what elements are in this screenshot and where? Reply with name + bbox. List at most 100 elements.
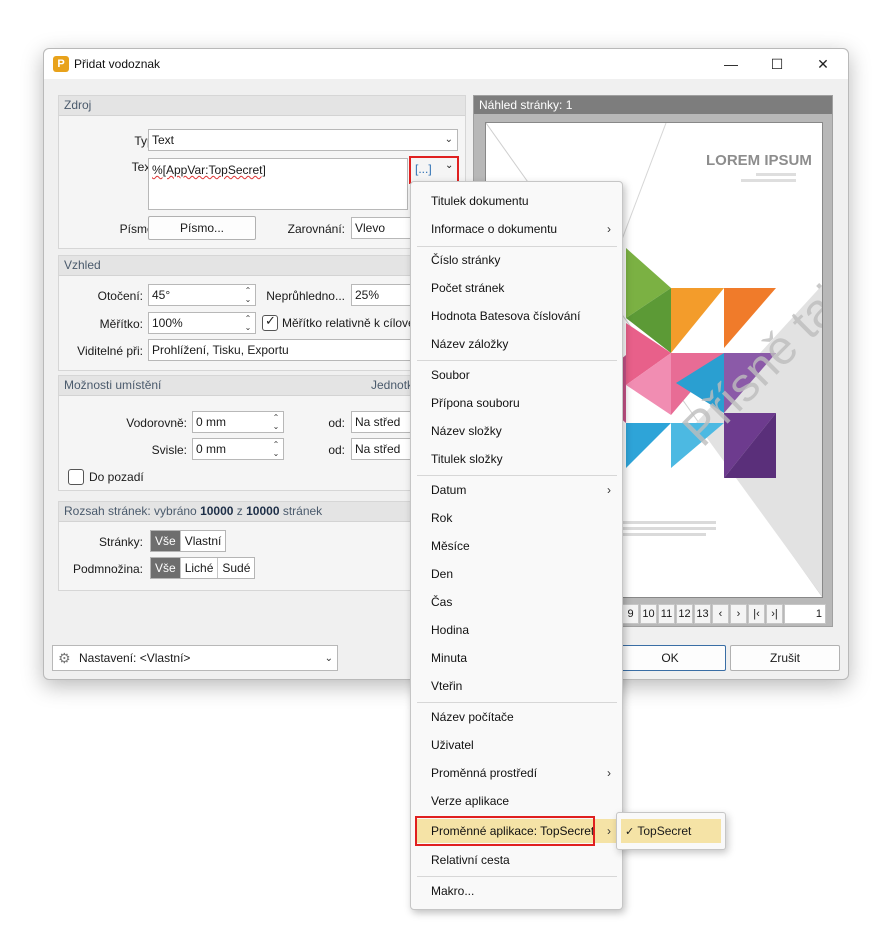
menu-item-app-version[interactable]: Verze aplikace bbox=[415, 789, 619, 813]
menu-item-computer-name[interactable]: Název počítače bbox=[415, 705, 619, 729]
last-page-icon[interactable]: ›| bbox=[766, 604, 783, 624]
ok-button[interactable]: OK bbox=[614, 645, 726, 671]
menu-item-relative-path[interactable]: Relativní cesta bbox=[415, 848, 619, 872]
menu-item-file[interactable]: Soubor bbox=[415, 363, 619, 387]
from-h-label: od: bbox=[328, 416, 345, 430]
menu-item-macro[interactable]: Makro... bbox=[415, 879, 619, 903]
close-icon[interactable]: ✕ bbox=[800, 49, 846, 79]
placement-header-text: Možnosti umístění bbox=[64, 378, 162, 392]
menu-item-bates-number[interactable]: Hodnota Batesova číslování bbox=[415, 304, 619, 328]
menu-item-time[interactable]: Čas bbox=[415, 590, 619, 614]
horizontal-input[interactable]: 0 mm ⌃ ⌄ bbox=[192, 411, 284, 433]
menu-item-month[interactable]: Měsíce bbox=[415, 534, 619, 558]
type-select[interactable]: Text ⌄ bbox=[148, 129, 458, 151]
vertical-value: 0 mm bbox=[196, 442, 226, 456]
appearance-group-header: Vzhled bbox=[59, 256, 465, 276]
menu-separator bbox=[417, 360, 617, 361]
menu-item-file-extension[interactable]: Přípona souboru bbox=[415, 391, 619, 415]
menu-item-bookmark-name[interactable]: Název záložky bbox=[415, 332, 619, 356]
app-icon: P bbox=[53, 56, 69, 72]
settings-value: <Vlastní> bbox=[139, 651, 191, 665]
app-variables-submenu: ✓ TopSecret bbox=[616, 812, 726, 850]
minimize-icon[interactable]: — bbox=[708, 49, 754, 79]
spinner-icon[interactable]: ⌃ ⌄ bbox=[243, 286, 253, 304]
subset-all-option[interactable]: Vše bbox=[151, 558, 181, 578]
settings-label: Nastavení: bbox=[79, 651, 137, 665]
page-pager: 9 10 11 12 13 ‹ › |‹ ›| 1 bbox=[622, 604, 827, 624]
menu-item-second[interactable]: Vteřin bbox=[415, 674, 619, 698]
menu-item-hour[interactable]: Hodina bbox=[415, 618, 619, 642]
app-variables-callout bbox=[415, 816, 595, 846]
page-13[interactable]: 13 bbox=[694, 604, 711, 624]
current-page-input[interactable]: 1 bbox=[784, 604, 826, 624]
pages-custom-option[interactable]: Vlastní bbox=[181, 531, 226, 551]
rotation-value: 45° bbox=[152, 288, 171, 302]
menu-item-page-count[interactable]: Počet stránek bbox=[415, 276, 619, 300]
gear-icon: ⚙ bbox=[58, 650, 71, 666]
spinner-icon[interactable]: ⌃ ⌄ bbox=[271, 440, 281, 458]
maximize-icon[interactable]: ☐ bbox=[754, 49, 800, 79]
menu-item-document-title[interactable]: Titulek dokumentu bbox=[415, 189, 619, 213]
prev-page-icon[interactable]: ‹ bbox=[712, 604, 729, 624]
menu-separator bbox=[417, 702, 617, 703]
menu-item-environment-variable[interactable]: Proměnná prostředí › bbox=[415, 761, 619, 785]
pages-label: Stránky: bbox=[98, 535, 143, 549]
from-v-label: od: bbox=[328, 443, 345, 457]
spinner-icon[interactable]: ⌃ ⌄ bbox=[243, 314, 253, 332]
submenu-item-topsecret[interactable]: ✓ TopSecret bbox=[621, 819, 721, 843]
chevron-down-icon: ⌄ bbox=[324, 653, 333, 664]
menu-item-folder-name[interactable]: Název složky bbox=[415, 419, 619, 443]
preview-header: Náhled stránky: 1 bbox=[474, 96, 832, 114]
menu-item-day[interactable]: Den bbox=[415, 562, 619, 586]
range-group: Rozsah stránek: vybráno 10000 z 10000 st… bbox=[58, 501, 466, 591]
macro-button-callout bbox=[409, 156, 459, 184]
spinner-icon[interactable]: ⌃ ⌄ bbox=[271, 413, 281, 431]
font-button[interactable]: Písmo... bbox=[148, 216, 256, 240]
variables-context-menu: Titulek dokumentu Informace o dokumentu ›… bbox=[410, 181, 623, 910]
menu-separator bbox=[417, 876, 617, 877]
page-12[interactable]: 12 bbox=[676, 604, 693, 624]
placement-group: Možnosti umístění Jednotk Vodorovně: 0 m… bbox=[58, 375, 466, 491]
vertical-label: Svisle: bbox=[151, 443, 187, 457]
menu-item-label: Datum bbox=[431, 483, 467, 497]
range-suffix: stránek bbox=[279, 504, 323, 518]
page-9[interactable]: 9 bbox=[622, 604, 639, 624]
pages-segment: Vše Vlastní bbox=[150, 530, 227, 552]
menu-item-page-number[interactable]: Číslo stránky bbox=[415, 248, 619, 272]
subset-even-option[interactable]: Sudé bbox=[218, 558, 254, 578]
source-group: Zdroj Typ: Text ⌄ Text: %[AppVar:TopSecr… bbox=[58, 95, 466, 249]
range-selected: 10000 bbox=[200, 504, 234, 518]
rotation-input[interactable]: 45° ⌃ ⌄ bbox=[148, 284, 256, 306]
menu-item-document-info[interactable]: Informace o dokumentu › bbox=[415, 217, 619, 241]
opacity-label: Neprůhledno... bbox=[266, 289, 345, 303]
rotation-label: Otočení: bbox=[97, 289, 143, 303]
menu-item-minute[interactable]: Minuta bbox=[415, 646, 619, 670]
next-page-icon[interactable]: › bbox=[730, 604, 747, 624]
first-page-icon[interactable]: |‹ bbox=[748, 604, 765, 624]
lorem-title: LOREM IPSUM bbox=[706, 152, 812, 169]
menu-item-user[interactable]: Uživatel bbox=[415, 733, 619, 757]
window-title: Přidat vodoznak bbox=[74, 57, 161, 71]
background-checkbox[interactable] bbox=[68, 469, 84, 485]
page-10[interactable]: 10 bbox=[640, 604, 657, 624]
text-input[interactable]: %[AppVar:TopSecret] bbox=[148, 158, 408, 210]
scale-input[interactable]: 100% ⌃ ⌄ bbox=[148, 312, 256, 334]
settings-select[interactable]: ⚙ Nastavení: <Vlastní> ⌄ bbox=[52, 645, 338, 671]
page-11[interactable]: 11 bbox=[658, 604, 675, 624]
chevron-right-icon: › bbox=[607, 766, 611, 780]
placement-group-header: Možnosti umístění Jednotk bbox=[59, 376, 465, 396]
menu-separator bbox=[417, 475, 617, 476]
menu-item-year[interactable]: Rok bbox=[415, 506, 619, 530]
pages-all-option[interactable]: Vše bbox=[151, 531, 181, 551]
scale-relative-checkbox[interactable]: ✓ bbox=[262, 313, 278, 331]
submenu-item-label: TopSecret bbox=[637, 824, 692, 838]
cancel-button[interactable]: Zrušit bbox=[730, 645, 840, 671]
vertical-input[interactable]: 0 mm ⌃ ⌄ bbox=[192, 438, 284, 460]
menu-item-folder-title[interactable]: Titulek složky bbox=[415, 447, 619, 471]
chevron-right-icon: › bbox=[607, 222, 611, 236]
menu-item-date[interactable]: Datum › bbox=[415, 478, 619, 502]
visible-label: Viditelné při: bbox=[77, 344, 143, 358]
horizontal-label: Vodorovně: bbox=[126, 416, 187, 430]
subset-odd-option[interactable]: Liché bbox=[181, 558, 219, 578]
chevron-down-icon: ⌄ bbox=[444, 134, 453, 145]
